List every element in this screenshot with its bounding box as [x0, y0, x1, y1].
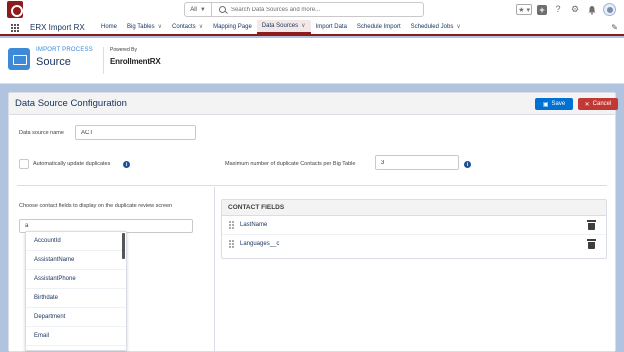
brand-logo: EnrollmentRX	[110, 57, 161, 66]
cancel-button[interactable]: ✕ Cancel	[578, 98, 618, 110]
max-duplicates-input[interactable]	[375, 155, 459, 170]
nav-item-label: Data Sources	[261, 23, 299, 29]
nav-item-data-sources[interactable]: Data Sources ∨	[256, 20, 311, 34]
contact-field-label: LastName	[240, 222, 268, 228]
nav-items: Home Big Tables ∨ Contacts ∨ Mapping Page …	[96, 20, 466, 34]
drag-handle-icon[interactable]	[229, 221, 234, 229]
nav-item-scheduled-jobs[interactable]: Scheduled Jobs ∨	[406, 20, 466, 34]
nav-item-label: Big Tables	[127, 24, 155, 30]
delete-trash-icon[interactable]	[587, 239, 596, 249]
global-search: All ▼	[184, 2, 424, 17]
object-label: IMPORT PROCESS	[36, 47, 93, 53]
dropdown-option[interactable]: AssistantName	[26, 251, 126, 270]
contact-field-row[interactable]: LastName	[222, 216, 606, 235]
dropdown-scrollbar[interactable]	[122, 233, 125, 259]
nav-item-label: Home	[101, 24, 118, 30]
nav-item-label: Import Data	[315, 24, 347, 30]
cancel-button-label: Cancel	[592, 101, 612, 107]
auto-update-duplicates-label: Automatically update duplicates	[33, 161, 111, 167]
chevron-down-icon[interactable]: ∨	[456, 24, 460, 30]
search-icon	[219, 6, 226, 13]
header-divider	[103, 47, 104, 74]
app-logo-icon[interactable]	[7, 1, 23, 18]
nav-item-schedule-import[interactable]: Schedule Import	[352, 20, 406, 34]
delete-trash-icon[interactable]	[587, 220, 596, 230]
info-icon[interactable]: i	[464, 161, 471, 168]
dropdown-option[interactable]: Birthdate	[26, 289, 126, 308]
contact-field-row[interactable]: Languages__c	[222, 235, 606, 254]
search-scope-select[interactable]: All ▼	[185, 3, 212, 16]
data-source-name-input[interactable]	[75, 125, 196, 140]
dropdown-option[interactable]: Department	[26, 308, 126, 327]
global-header: All ▼ ★ ▾ + ? ⚙	[0, 0, 624, 20]
choose-fields-label: Choose contact fields to display on the …	[19, 203, 173, 209]
page-header: IMPORT PROCESS Source Powered By Enrollm…	[0, 38, 624, 84]
dropdown-option[interactable]: AssistantPhone	[26, 270, 126, 289]
nav-item-import-data[interactable]: Import Data	[311, 20, 352, 34]
close-icon: ✕	[584, 101, 590, 108]
global-actions-plus-icon[interactable]: +	[537, 4, 547, 15]
page-title: Source	[36, 56, 71, 68]
notifications-bell-icon[interactable]	[586, 4, 598, 16]
drag-handle-icon[interactable]	[229, 240, 234, 248]
card-header: Data Source Configuration ▣ Save ✕ Cance…	[9, 93, 618, 115]
section-divider	[17, 185, 607, 186]
contact-fields-panel: CONTACT FIELDS LastName Languages__c	[221, 199, 607, 259]
nav-item-contacts[interactable]: Contacts ∨	[167, 20, 208, 34]
app-name: ERX Import RX	[30, 23, 85, 32]
chevron-down-icon: ▼	[199, 6, 206, 13]
nav-item-label: Mapping Page	[213, 24, 252, 30]
chevron-down-icon[interactable]: ∨	[158, 24, 162, 30]
chevron-down-icon[interactable]: ∨	[301, 23, 305, 29]
max-duplicates-label: Maximum number of duplicate Contacts per…	[225, 161, 356, 167]
contact-fields-header: CONTACT FIELDS	[222, 200, 606, 216]
nav-item-home[interactable]: Home	[96, 20, 122, 34]
edit-nav-pencil-icon[interactable]: ✎	[611, 23, 618, 32]
nav-item-label: Contacts	[172, 24, 196, 30]
search-scope-label: All	[190, 6, 197, 13]
dropdown-option[interactable]: Email	[26, 327, 126, 346]
favorites-chevron-icon[interactable]: ▾	[525, 5, 531, 14]
help-icon[interactable]: ?	[552, 4, 564, 16]
app-launcher-icon[interactable]	[11, 24, 19, 32]
save-icon: ▣	[542, 101, 549, 108]
column-divider	[214, 187, 215, 351]
user-avatar[interactable]	[603, 3, 616, 16]
contact-field-label: Languages__c	[240, 241, 280, 247]
nav-item-label: Schedule Import	[356, 24, 401, 30]
nav-item-label: Scheduled Jobs	[410, 24, 454, 30]
setup-gear-icon[interactable]: ⚙	[569, 4, 581, 16]
import-process-card-icon	[8, 48, 30, 70]
app-nav-bar: ERX Import RX Home Big Tables ∨ Contacts ∨…	[0, 20, 624, 36]
auto-update-duplicates-checkbox[interactable]	[19, 159, 29, 169]
dropdown-option[interactable]: AccountId	[26, 232, 126, 251]
chevron-down-icon[interactable]: ∨	[199, 24, 203, 30]
header-utility-icons: ★ ▾ + ? ⚙	[516, 3, 616, 16]
favorites-button-group: ★ ▾	[516, 4, 532, 15]
data-source-name-label: Data source name	[19, 130, 64, 136]
save-button[interactable]: ▣ Save	[535, 98, 573, 110]
field-options-dropdown: AccountId AssistantName AssistantPhone B…	[25, 231, 127, 351]
favorites-star-icon[interactable]: ★	[517, 5, 525, 14]
nav-item-big-tables[interactable]: Big Tables ∨	[122, 20, 167, 34]
info-icon[interactable]: i	[123, 161, 130, 168]
powered-by-label: Powered By	[110, 47, 137, 53]
card-title: Data Source Configuration	[15, 98, 127, 109]
search-input[interactable]	[231, 4, 416, 15]
nav-item-mapping-page[interactable]: Mapping Page	[208, 20, 257, 34]
save-button-label: Save	[551, 101, 566, 107]
data-source-config-card: Data Source Configuration ▣ Save ✕ Cance…	[8, 92, 618, 352]
